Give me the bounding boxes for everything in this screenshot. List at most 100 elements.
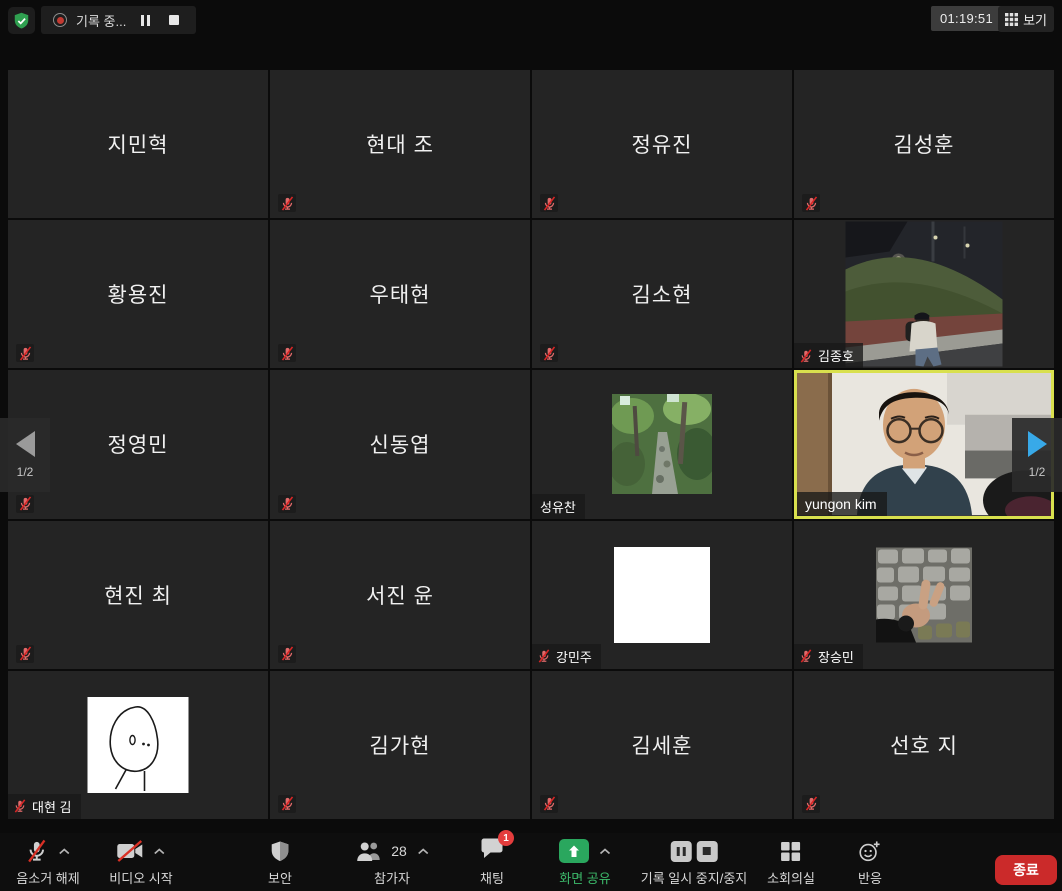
shield-icon [270,840,290,863]
participant-name-label: yungon kim [797,492,887,516]
participant-avatar-image [88,697,189,793]
recording-indicator: 기록 중... [41,6,196,34]
muted-mic-icon [278,495,296,513]
muted-mic-icon [540,344,558,362]
zoom-meeting-window: 기록 중... 01:19:51 보기 지민혁 현대 조 정 [0,0,1062,891]
participant-tile[interactable]: 대현 김 [8,671,268,819]
muted-mic-icon [16,645,34,663]
breakout-rooms-icon [781,841,802,862]
muted-mic-icon [540,194,558,212]
participant-name-label: 강민주 [532,644,601,669]
view-button-label: 보기 [1023,10,1047,29]
participant-name-label: 대현 김 [8,794,81,819]
breakout-rooms-label: 소회의실 [767,868,815,887]
muted-mic-icon [278,645,296,663]
meeting-info-button[interactable] [8,7,35,34]
recording-status-label: 기록 중... [76,11,126,30]
participant-tile[interactable]: 김성훈 [794,70,1054,218]
chat-button[interactable]: 1 채팅 [480,838,504,887]
participant-tile[interactable]: 신동엽 [270,370,530,518]
recording-dot-icon [53,13,67,27]
camera-muted-icon [116,840,143,862]
participant-tile[interactable]: 서진 윤 [270,521,530,669]
participants-count: 28 [391,843,407,859]
share-screen-button[interactable]: 화면 공유 [559,838,611,887]
participant-tile[interactable]: 현대 조 [270,70,530,218]
pause-recording-icon[interactable] [135,10,155,30]
participant-name: 김가현 [270,671,530,819]
reactions-label: 반응 [858,868,882,887]
recording-controls-label: 기록 일시 중지/중지 [641,868,748,887]
view-button[interactable]: 보기 [998,6,1054,32]
participant-tile[interactable]: 우태현 [270,220,530,368]
participant-tile[interactable]: 김가현 [270,671,530,819]
muted-mic-icon [278,795,296,813]
participant-tile[interactable]: 강민주 [532,521,792,669]
top-bar: 기록 중... 01:19:51 보기 [0,0,1062,42]
participant-tile[interactable]: 김소현 [532,220,792,368]
muted-mic-icon [802,194,820,212]
chat-label: 채팅 [480,868,504,887]
participant-tile[interactable]: 선호 지 [794,671,1054,819]
next-page-button[interactable]: 1/2 [1012,418,1062,492]
chevron-up-icon[interactable] [599,848,611,855]
previous-page-arrow-icon [16,431,35,457]
chevron-up-icon[interactable] [153,848,165,855]
reactions-icon [858,840,881,863]
participant-name: 정유진 [532,70,792,218]
participant-name: 우태현 [270,220,530,368]
participant-tile[interactable]: 정유진 [532,70,792,218]
end-meeting-button[interactable]: 종료 [995,855,1057,885]
participants-button[interactable]: 28 참가자 [355,838,429,887]
mic-muted-icon [25,839,48,863]
recording-controls[interactable]: 기록 일시 중지/중지 [641,838,748,887]
muted-mic-icon [540,795,558,813]
participant-name: 성유찬 [540,497,576,516]
participant-tile[interactable]: 김세훈 [532,671,792,819]
participant-avatar-image [614,547,710,643]
muted-mic-icon [278,344,296,362]
unmute-button[interactable]: 음소거 해제 [16,838,79,887]
pause-recording-icon[interactable] [670,841,691,862]
participant-name: 현대 조 [270,70,530,218]
participant-tile[interactable]: 현진 최 [8,521,268,669]
chevron-up-icon[interactable] [417,848,429,855]
security-label: 보안 [268,868,292,887]
stop-recording-icon[interactable] [164,10,184,30]
page-indicator: 1/2 [17,465,34,479]
start-video-label: 비디오 시작 [109,868,172,887]
participant-name: 김세훈 [532,671,792,819]
participant-name: 김종호 [818,346,854,365]
participant-name: 선호 지 [794,671,1054,819]
reactions-button[interactable]: 반응 [858,838,882,887]
security-shield-icon [12,11,31,31]
share-screen-label: 화면 공유 [559,868,610,887]
participant-name: 신동엽 [270,370,530,518]
participant-name-label: 성유찬 [532,494,585,519]
participant-name: yungon kim [805,496,877,512]
next-page-arrow-icon [1028,431,1047,457]
participant-name: 김성훈 [794,70,1054,218]
participant-name: 김소현 [532,220,792,368]
participant-tile[interactable]: 성유찬 [532,370,792,518]
stop-recording-icon[interactable] [696,841,717,862]
participant-tile[interactable]: 김종호 [794,220,1054,368]
participant-name: 서진 윤 [270,521,530,669]
muted-mic-icon [799,349,813,363]
participant-video-image [846,222,1003,367]
muted-mic-icon [16,344,34,362]
muted-mic-icon [13,799,27,813]
previous-page-button[interactable]: 1/2 [0,418,50,492]
participant-tile[interactable]: 장승민 [794,521,1054,669]
breakout-rooms-button[interactable]: 소회의실 [767,838,815,887]
participant-tile[interactable]: 지민혁 [8,70,268,218]
participant-tile[interactable]: 황용진 [8,220,268,368]
security-button[interactable]: 보안 [268,838,292,887]
chevron-up-icon[interactable] [58,848,70,855]
start-video-button[interactable]: 비디오 시작 [109,838,172,887]
chat-unread-badge: 1 [498,830,514,846]
unmute-label: 음소거 해제 [16,868,79,887]
grid-view-icon [1005,13,1018,26]
share-screen-icon [559,839,589,863]
participant-name: 지민혁 [8,70,268,218]
